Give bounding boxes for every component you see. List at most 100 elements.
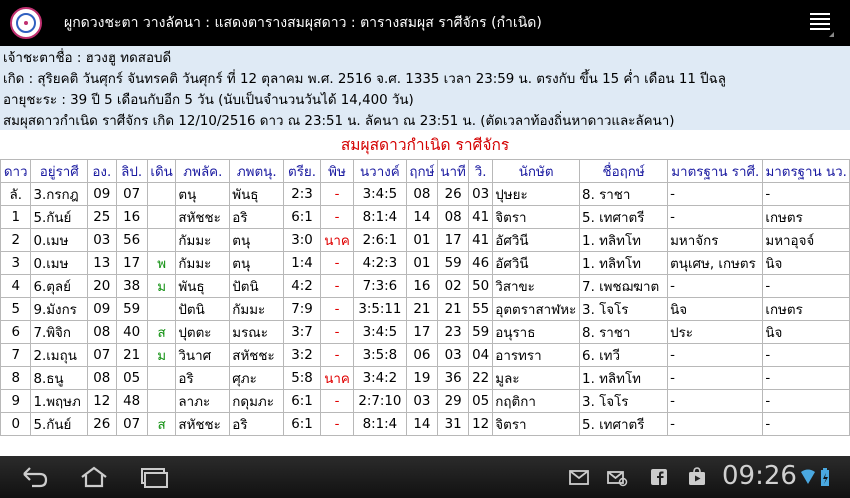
table-cell: นิจ <box>762 251 850 275</box>
table-cell: 48 <box>115 389 148 413</box>
table-cell: 19 <box>405 366 439 390</box>
calculation-note: สมผุสดาวกำเนิด ราศีจักร เกิด 12/10/2516 … <box>3 114 675 129</box>
table-row[interactable]: 2 0.เมษ 03 56 กัมมะ ตนุ 3:0 นาค 2:6:1 01 17 41 อัศวิ… <box>0 228 850 252</box>
column-header[interactable]: วิ. <box>468 159 494 183</box>
table-cell: 09 <box>87 182 117 206</box>
table-cell: ปุตตะ <box>175 320 231 344</box>
table-cell: วิสาขะ <box>492 274 581 298</box>
wifi-icon <box>801 469 815 484</box>
table-cell: - <box>762 182 850 206</box>
menu-corner-indicator <box>829 32 834 37</box>
table-cell: สหัชชะ <box>175 205 231 229</box>
column-header[interactable]: นาที <box>437 159 470 183</box>
table-row[interactable]: 1 5.กันย์ 25 16 สหัชชะ อริ 6:1-8:1:4 14 08 41 จิตร… <box>0 205 850 229</box>
table-cell: ประ <box>667 320 764 344</box>
table-cell: 9.มังกร <box>30 297 89 321</box>
table-cell: จิตรา <box>492 412 581 436</box>
app-logo-icon[interactable] <box>10 7 42 39</box>
table-row[interactable]: ลั. 3.กรกฎ 09 07 ตนุ พันธุ 2:3-3:4:5 08 26 03 ปุษย… <box>0 182 850 206</box>
email-icon[interactable] <box>568 466 590 488</box>
table-cell: - <box>319 297 355 321</box>
table-cell: อริ <box>229 412 285 436</box>
menu-icon[interactable] <box>810 13 830 33</box>
table-cell: กฤติกา <box>492 389 581 413</box>
table-cell: สหัชชะ <box>229 343 285 367</box>
home-icon[interactable] <box>76 464 112 490</box>
column-header[interactable]: ภพลัค. <box>175 159 231 183</box>
column-header[interactable]: ลิป. <box>115 159 148 183</box>
table-cell: 03 <box>87 228 117 252</box>
column-header[interactable]: อง. <box>87 159 117 183</box>
table-cell: 8. ราชา <box>579 320 669 344</box>
table-row[interactable]: 3 0.เมษ 13 17 พกัมมะ ตนุ 1:4-4:2:3 01 59 46 อัศวิน… <box>0 251 850 275</box>
column-header[interactable]: ตรีย. <box>283 159 321 183</box>
play-store-icon[interactable] <box>686 466 708 488</box>
column-header[interactable]: นักษัต <box>492 159 581 183</box>
table-cell: 4 <box>0 274 32 298</box>
table-cell: 2.เมถุน <box>30 343 89 367</box>
table-cell <box>146 297 177 321</box>
table-cell: 07 <box>87 343 117 367</box>
facebook-icon[interactable] <box>648 466 670 488</box>
column-header[interactable]: มาตรฐาน นว. <box>762 159 850 183</box>
column-header[interactable]: พิษ <box>319 159 355 183</box>
column-header[interactable]: มาตรฐาน ราศี. <box>667 159 764 183</box>
table-cell: ปุษยะ <box>492 182 581 206</box>
table-cell: 1 <box>0 205 32 229</box>
column-header[interactable]: เดิน <box>146 159 177 183</box>
back-icon[interactable] <box>16 464 52 490</box>
gmail-icon[interactable] <box>606 466 628 488</box>
table-cell: นาค <box>319 366 355 390</box>
table-cell: 7.พิจิก <box>30 320 89 344</box>
table-cell: 16 <box>405 274 439 298</box>
table-row[interactable]: 6 7.พิจิก 08 40 สปุตตะ มรณะ 3:7-3:4:5 17 23 59 อนุ… <box>0 320 850 344</box>
column-header[interactable]: ฤกษ์ <box>405 159 439 183</box>
table-cell: 3:5:11 <box>353 297 407 321</box>
table-cell: - <box>319 182 355 206</box>
table-cell: ม <box>146 343 177 367</box>
table-cell: 4:2:3 <box>353 251 407 275</box>
table-cell: 5 <box>0 297 32 321</box>
table-cell: ตนุเศษ, เกษตร <box>667 251 764 275</box>
table-cell: พ <box>146 251 177 275</box>
table-row[interactable]: 4 6.ตุลย์ 20 38 มพันธุ ปัตนิ 4:2-7:3:6 16 02 50 วิ… <box>0 274 850 298</box>
table-cell: 41 <box>468 228 494 252</box>
table-cell: 20 <box>87 274 117 298</box>
table-cell: 08 <box>405 182 439 206</box>
table-row[interactable]: 7 2.เมถุน 07 21 มวินาศ สหัชชะ 3:2-3:5:8 06 03 04 อ… <box>0 343 850 367</box>
table-row[interactable]: 8 8.ธนู 08 05 อริ ศุภะ 5:8 นาค 3:4:2 19 36 22 มูละ 1.… <box>0 366 850 390</box>
column-header[interactable]: ดาว <box>0 159 32 183</box>
table-cell: กัมมะ <box>229 297 285 321</box>
recent-apps-icon[interactable] <box>136 464 172 490</box>
table-cell: 17 <box>115 251 148 275</box>
table-cell: ตนุ <box>229 251 285 275</box>
table-cell: 5.กันย์ <box>30 412 89 436</box>
table-cell: จิตรา <box>492 205 581 229</box>
table-cell: 7:9 <box>283 297 321 321</box>
table-cell: อัศวินี <box>492 228 581 252</box>
table-cell: 3.กรกฎ <box>30 182 89 206</box>
table-cell: ลาภะ <box>175 389 231 413</box>
table-row[interactable]: 0 5.กันย์ 26 07 สสหัชชะ อริ 6:1-8:1:4 14 31 12 จิต… <box>0 412 850 436</box>
table-cell: - <box>319 251 355 275</box>
table-title: สมผุสดาวกำเนิด ราศีจักร <box>340 136 510 154</box>
table-cell: ลั. <box>0 182 32 206</box>
table-row[interactable]: 5 9.มังกร 09 59 ปัตนิ กัมมะ 7:9-3:5:11 21 21 55 อุ… <box>0 297 850 321</box>
column-header[interactable]: นวางค์ <box>353 159 407 183</box>
table-cell: 6:1 <box>283 389 321 413</box>
table-cell: อริ <box>229 205 285 229</box>
age-details: อายุชะระ : 39 ปี 5 เดือนกับอีก 5 วัน (นั… <box>3 93 414 108</box>
table-cell: 38 <box>115 274 148 298</box>
table-cell: - <box>762 366 850 390</box>
birth-details: เกิด : สุริยคติ วันศุกร์ จันทรคติ วันศุก… <box>3 72 726 87</box>
table-cell: - <box>667 182 764 206</box>
table-cell: นาค <box>319 228 355 252</box>
table-cell: 22 <box>468 366 494 390</box>
column-header[interactable]: อยู่ราศี <box>30 159 89 183</box>
table-cell: สหัชชะ <box>175 412 231 436</box>
table-cell: 36 <box>437 366 470 390</box>
table-row[interactable]: 9 1.พฤษภ 12 48 ลาภะ กดุมภะ 6:1-2:7:10 03 29 05 กฤต… <box>0 389 850 413</box>
table-cell: ตนุ <box>229 228 285 252</box>
column-header[interactable]: ภพตนุ. <box>229 159 285 183</box>
column-header[interactable]: ชื่อฤกษ์ <box>579 159 669 183</box>
